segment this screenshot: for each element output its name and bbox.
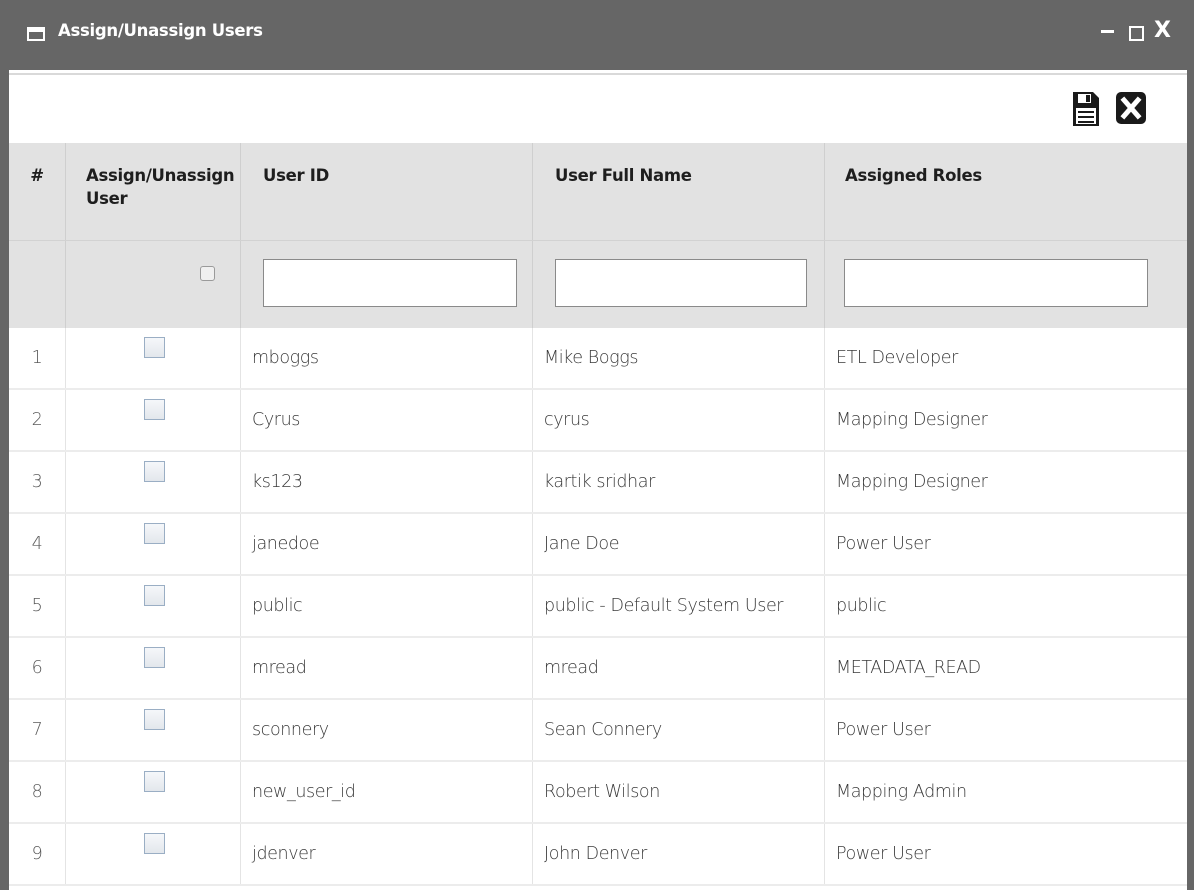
close-window-icon[interactable]: X <box>1154 18 1171 44</box>
table-row[interactable]: 6 mread mread METADATA_READ <box>9 638 1187 700</box>
table-header: # Assign/Unassign User User ID User Full… <box>9 143 1187 240</box>
assign-cell <box>66 390 241 450</box>
full-name-cell: Mike Boggs <box>533 328 825 388</box>
full-name-cell: Sean Connery <box>533 700 825 760</box>
filter-row <box>9 240 1187 328</box>
assign-checkbox[interactable] <box>144 523 165 544</box>
roles-cell: Power User <box>836 720 931 740</box>
user-id-filter-input[interactable] <box>263 259 517 307</box>
window-icon <box>27 27 45 41</box>
roles-cell: ETL Developer <box>836 348 958 368</box>
table-row[interactable]: 5 public public - Default System User publi… <box>9 576 1187 638</box>
table-row[interactable]: 7 sconnery Sean Connery Power User <box>9 700 1187 762</box>
toolbar <box>9 73 1187 145</box>
roles-cell: Power User <box>836 534 931 554</box>
assign-cell <box>66 452 241 512</box>
filter-user-id-cell <box>241 241 533 328</box>
table-row[interactable]: 2 Cyrus cyrus Mapping Designer <box>9 390 1187 452</box>
assign-checkbox[interactable] <box>144 585 165 606</box>
column-roles[interactable]: Assigned Roles <box>825 143 1187 240</box>
dialog-title: Assign/Unassign Users <box>58 21 263 40</box>
table-row[interactable]: 3 ks123 kartik sridhar Mapping Designer <box>9 452 1187 514</box>
close-icon[interactable] <box>1116 92 1146 124</box>
filter-full-name-cell <box>533 241 825 328</box>
assign-cell <box>66 762 241 822</box>
minimize-icon[interactable] <box>1101 30 1114 33</box>
full-name-cell: Jane Doe <box>533 514 825 574</box>
user-id-cell: jdenver <box>241 824 533 884</box>
user-id-cell: mread <box>241 638 533 698</box>
table-row[interactable]: 1 mboggs Mike Boggs ETL Developer <box>9 328 1187 390</box>
full-name-cell: cyrus <box>533 390 825 450</box>
roles-cell: Mapping Designer <box>836 472 988 492</box>
row-number: 5 <box>9 576 66 636</box>
save-icon[interactable] <box>1072 91 1100 127</box>
select-all-checkbox[interactable] <box>200 266 215 281</box>
table-row[interactable]: 8 new_user_id Robert Wilson Mapping Admin <box>9 762 1187 824</box>
row-number: 7 <box>9 700 66 760</box>
filter-number-cell <box>9 241 66 328</box>
row-number: 6 <box>9 638 66 698</box>
filter-roles-cell <box>825 241 1187 328</box>
roles-cell: METADATA_READ <box>836 658 981 678</box>
assign-cell <box>66 824 241 884</box>
user-id-cell: ks123 <box>241 452 533 512</box>
roles-cell: public <box>836 596 887 616</box>
assign-cell <box>66 700 241 760</box>
full-name-cell: John Denver <box>533 824 825 884</box>
assign-checkbox[interactable] <box>144 337 165 358</box>
assign-checkbox[interactable] <box>144 399 165 420</box>
users-table: # Assign/Unassign User User ID User Full… <box>9 143 1187 886</box>
assign-checkbox[interactable] <box>144 833 165 854</box>
assign-users-dialog: Assign/Unassign Users X # Assign/Unassig… <box>0 0 1194 890</box>
full-name-filter-input[interactable] <box>555 259 807 307</box>
user-id-cell: janedoe <box>241 514 533 574</box>
assign-checkbox[interactable] <box>144 647 165 668</box>
column-user-id[interactable]: User ID <box>241 143 533 240</box>
table-row[interactable]: 9 jdenver John Denver Power User <box>9 824 1187 886</box>
user-id-cell: sconnery <box>241 700 533 760</box>
column-full-name[interactable]: User Full Name <box>533 143 825 240</box>
full-name-cell: mread <box>533 638 825 698</box>
assign-cell <box>66 638 241 698</box>
maximize-icon[interactable] <box>1129 26 1144 41</box>
assign-cell <box>66 576 241 636</box>
column-number: # <box>9 143 66 240</box>
roles-filter-input[interactable] <box>844 259 1148 307</box>
row-number: 4 <box>9 514 66 574</box>
full-name-cell: public - Default System User <box>533 576 825 636</box>
user-id-cell: new_user_id <box>241 762 533 822</box>
assign-cell <box>66 328 241 388</box>
table-body: 1 mboggs Mike Boggs ETL Developer 2 Cyrus cyru… <box>9 328 1187 886</box>
column-assign[interactable]: Assign/Unassign User <box>66 143 241 240</box>
roles-cell: Mapping Designer <box>836 410 988 430</box>
row-number: 3 <box>9 452 66 512</box>
row-number: 8 <box>9 762 66 822</box>
assign-checkbox[interactable] <box>144 771 165 792</box>
row-number: 9 <box>9 824 66 884</box>
filter-assign-cell <box>66 241 241 328</box>
assign-checkbox[interactable] <box>144 461 165 482</box>
full-name-cell: kartik sridhar <box>533 452 825 512</box>
user-id-cell: public <box>241 576 533 636</box>
title-bar[interactable]: Assign/Unassign Users X <box>0 0 1194 70</box>
assign-checkbox[interactable] <box>144 709 165 730</box>
assign-cell <box>66 514 241 574</box>
table-row[interactable]: 4 janedoe Jane Doe Power User <box>9 514 1187 576</box>
user-id-cell: Cyrus <box>241 390 533 450</box>
roles-cell: Mapping Admin <box>836 782 967 802</box>
row-number: 1 <box>9 328 66 388</box>
user-id-cell: mboggs <box>241 328 533 388</box>
full-name-cell: Robert Wilson <box>533 762 825 822</box>
roles-cell: Power User <box>836 844 931 864</box>
row-number: 2 <box>9 390 66 450</box>
